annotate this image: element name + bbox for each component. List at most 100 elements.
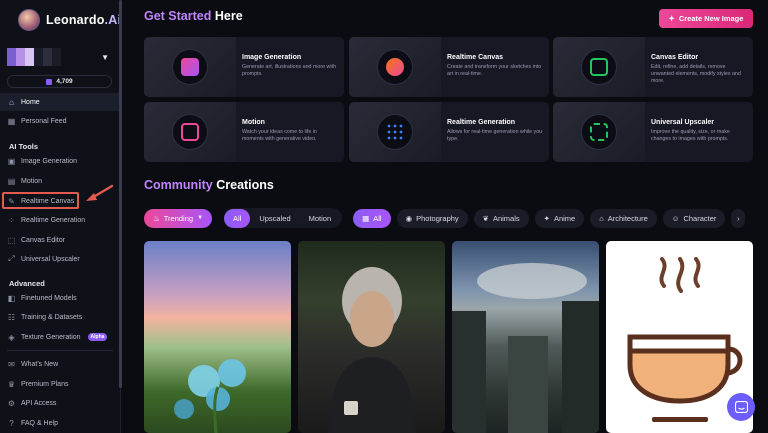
filter-category-animals[interactable]: ❦ Animals (473, 208, 529, 228)
card-motion[interactable]: Motion Watch your ideas come to life in … (144, 102, 344, 162)
filter-bar: ♨ Trending ▼ All Upscaled Motion ▦ All ◉ P… (144, 208, 746, 228)
alpha-badge: Alpha (87, 333, 108, 341)
card-canvas-editor[interactable]: Canvas Editor Edit, refine, add details,… (553, 37, 753, 97)
card-title: Realtime Canvas (447, 54, 504, 61)
sidebar-item-label: API Access (21, 399, 57, 407)
logo-avatar (18, 9, 40, 31)
token-icon (46, 78, 53, 85)
category-label: Anime (553, 213, 576, 223)
sidebar-item-finetuned-models[interactable]: ◧ Finetuned Models (0, 289, 120, 307)
megaphone-icon: ✉ (8, 359, 15, 369)
brand-name: Leonardo.Ai (46, 13, 122, 27)
model-icon: ◧ (7, 293, 16, 303)
realtime-generation-icon (377, 114, 413, 150)
category-label: Architecture (607, 213, 648, 223)
sidebar-item-label: Image Generation (21, 157, 78, 165)
filter-category-all[interactable]: ▦ All (353, 208, 391, 228)
sidebar-item-home[interactable]: ⌂ Home (0, 93, 120, 111)
grid-icon: ▦ (7, 116, 16, 126)
section-advanced: Advanced (9, 279, 45, 288)
card-description: Allows for real-time generation while yo… (447, 129, 543, 142)
home-icon: ⌂ (9, 97, 14, 107)
sidebar-item-label: What's New (21, 360, 59, 368)
sidebar-item-training-datasets[interactable]: ☷ Training & Datasets (0, 308, 120, 326)
chat-icon (734, 401, 748, 413)
sidebar-item-faq-help[interactable]: ? FAQ & Help (0, 414, 120, 432)
card-title: Realtime Generation (447, 119, 516, 126)
motion-icon (172, 114, 208, 150)
token-count: 4,709 (56, 78, 73, 85)
sidebar-item-label: Personal Feed (21, 117, 67, 125)
divider (7, 350, 113, 351)
avatar (7, 48, 61, 66)
community-image[interactable] (144, 241, 291, 433)
sidebar-item-canvas-editor[interactable]: ⬚ Canvas Editor (0, 231, 120, 249)
brand-logo[interactable]: Leonardo.Ai (18, 9, 121, 31)
card-image-generation[interactable]: Image Generation Generate art, illustrat… (144, 37, 344, 97)
filter-media-motion[interactable]: Motion (300, 209, 341, 228)
leonardo-app: Leonardo.Ai ▼ 4,709 ⌂ Home ▦ Personal Fe… (0, 0, 768, 433)
sidebar-item-label: FAQ & Help (21, 419, 58, 427)
character-icon: ☺ (671, 213, 680, 223)
media-filter-group: All Upscaled Motion (224, 208, 343, 228)
sidebar-item-label: Training & Datasets (21, 313, 83, 321)
token-balance[interactable]: 4,709 (7, 75, 112, 88)
page-title: Get Started Here (144, 9, 243, 23)
filter-category-architecture[interactable]: ⌂ Architecture (590, 208, 657, 228)
dataset-icon: ☷ (7, 312, 16, 322)
sidebar-item-label: Canvas Editor (21, 236, 65, 244)
flame-icon: ♨ (153, 213, 160, 223)
sidebar-item-universal-upscaler[interactable]: ⤢ Universal Upscaler (0, 250, 120, 268)
community-image[interactable] (298, 241, 445, 433)
film-icon: ▤ (7, 176, 16, 186)
card-realtime-generation[interactable]: Realtime Generation Allows for real-time… (349, 102, 549, 162)
image-icon: ▣ (7, 156, 16, 166)
ruins-illustration (452, 263, 599, 433)
flower-illustration (174, 359, 246, 433)
sidebar-item-premium-plans[interactable]: ♛ Premium Plans (0, 375, 120, 393)
card-realtime-canvas[interactable]: Realtime Canvas Create and transform you… (349, 37, 549, 97)
card-universal-upscaler[interactable]: Universal Upscaler Improve the quality, … (553, 102, 753, 162)
help-icon: ? (9, 418, 14, 428)
sidebar-item-label: Home (21, 98, 40, 106)
trending-label: Trending (163, 213, 194, 223)
create-new-image-button[interactable]: ✦ Create New Image (659, 9, 753, 28)
canvas-icon: ⬚ (7, 235, 16, 245)
filter-media-all[interactable]: All (224, 208, 251, 228)
universal-upscaler-icon (581, 114, 617, 150)
chat-support-button[interactable] (727, 393, 755, 421)
sidebar-item-personal-feed[interactable]: ▦ Personal Feed (0, 112, 120, 130)
grid-icon: ▦ (362, 213, 370, 223)
card-description: Generate art, illustrations and more wit… (242, 64, 336, 77)
sidebar-item-label: Motion (21, 177, 43, 185)
sidebar-item-texture-generation[interactable]: ◈ Texture Generation Alpha (0, 328, 120, 346)
filter-media-upscaled[interactable]: Upscaled (250, 209, 299, 228)
realtime-canvas-icon (377, 49, 413, 85)
section-ai-tools: AI Tools (9, 142, 39, 151)
sidebar-item-image-generation[interactable]: ▣ Image Generation (0, 152, 120, 170)
card-title: Universal Upscaler (651, 119, 715, 126)
sidebar-item-label: Premium Plans (21, 380, 69, 388)
filter-scroll-right[interactable]: › (731, 208, 746, 228)
building-icon: ⌂ (599, 213, 604, 223)
chevron-right-icon: › (737, 213, 740, 223)
camera-icon: ◉ (405, 213, 413, 223)
category-label: Photography (416, 213, 459, 223)
highlight-box (2, 192, 79, 209)
filter-category-character[interactable]: ☺ Character (662, 208, 726, 228)
chevron-down-icon[interactable]: ▼ (101, 53, 109, 62)
sidebar-item-label: Realtime Generation (21, 216, 86, 224)
filter-category-anime[interactable]: ✦ Anime (534, 208, 585, 228)
sidebar-item-api-access[interactable]: ⚙ API Access (0, 394, 120, 412)
category-label: All (373, 213, 382, 223)
sparkle-icon: ✦ (668, 14, 675, 23)
sidebar-item-whats-new[interactable]: ✉ What's New (0, 355, 120, 373)
trending-dropdown[interactable]: ♨ Trending ▼ (144, 208, 212, 228)
card-description: Watch your ideas come to life in moments… (242, 129, 317, 142)
sidebar-item-realtime-generation[interactable]: ⁘ Realtime Generation (0, 211, 120, 229)
community-image[interactable] (452, 241, 599, 433)
crown-icon: ♛ (7, 379, 16, 389)
filter-category-photography[interactable]: ◉ Photography (396, 208, 468, 228)
user-menu[interactable]: ▼ (7, 47, 113, 67)
card-description: Edit, refine, add details, remove unwant… (651, 64, 741, 84)
